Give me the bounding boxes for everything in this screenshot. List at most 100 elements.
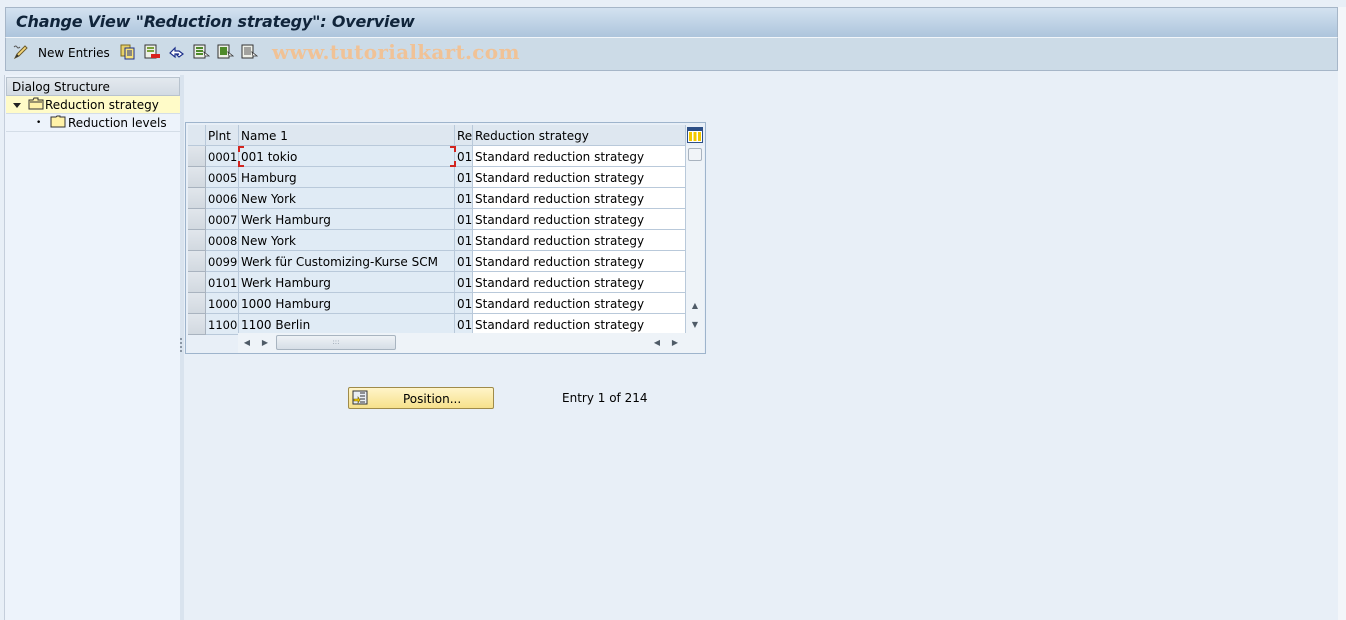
horizontal-scrollbar[interactable]: ◀ ▶ ::: ◀ ▶ [238,333,704,353]
cell-name1[interactable]: Werk Hamburg [239,272,455,293]
scroll-left-end-button[interactable]: ◀ [650,335,664,349]
cell-reduction-strategy[interactable]: Standard reduction strategy [473,146,686,167]
cell-plnt: 0001 [206,146,239,167]
cell-reduction-strategy[interactable]: Standard reduction strategy [473,314,686,335]
select-all-rows-corner[interactable] [188,125,206,146]
row-select-button[interactable] [188,230,206,251]
scroll-up-button[interactable]: ▲ [688,298,702,312]
entry-counter: Entry 1 of 214 [562,391,648,405]
tree-item-reduction-levels[interactable]: • Reduction levels [6,114,180,132]
cell-re[interactable]: 01 [455,293,473,314]
page-title: Change View "Reduction strategy": Overvi… [16,12,415,31]
cell-name1[interactable]: 1000 Hamburg [239,293,455,314]
scroll-left-button[interactable]: ◀ [240,335,254,349]
cell-plnt: 1100 [206,314,239,335]
folder-icon [50,115,66,131]
cell-name1[interactable]: New York [239,230,455,251]
scroll-right-end-button[interactable]: ▶ [668,335,682,349]
select-all-icon [193,44,211,63]
cell-re[interactable]: 01 [455,230,473,251]
select-all-button[interactable] [193,43,211,63]
column-header-re[interactable]: Re [455,125,473,146]
cell-re[interactable]: 01 [455,251,473,272]
expand-triangle-icon[interactable] [13,98,23,112]
column-header-plnt[interactable]: Plnt [206,125,239,146]
deselect-all-button[interactable] [241,43,259,63]
cell-name1[interactable]: New York [239,188,455,209]
row-select-button[interactable] [188,314,206,335]
scroll-down-button[interactable]: ▼ [688,317,702,331]
cell-name1[interactable]: Werk Hamburg [239,209,455,230]
cell-plnt: 1000 [206,293,239,314]
select-block-button[interactable] [217,43,235,63]
cell-plnt: 0006 [206,188,239,209]
cell-re[interactable]: 01 [455,272,473,293]
cell-name1[interactable]: Werk für Customizing-Kurse SCM [239,251,455,272]
vertical-scrollbar[interactable]: ▲ ▼ [686,146,704,333]
cell-reduction-strategy[interactable]: Standard reduction strategy [473,188,686,209]
cell-name1[interactable]: 001 tokio [239,146,455,167]
cell-re[interactable]: 01 [455,314,473,335]
vertical-scroll-thumb[interactable] [688,148,702,161]
delete-icon [144,44,161,63]
cell-reduction-strategy[interactable]: Standard reduction strategy [473,209,686,230]
tree-item-reduction-strategy[interactable]: Reduction strategy [6,96,180,114]
scroll-right-button[interactable]: ▶ [258,335,272,349]
row-select-button[interactable] [188,293,206,314]
cell-re[interactable]: 01 [455,209,473,230]
table-row: 0099 Werk für Customizing-Kurse SCM 01 Stan… [186,251,705,272]
cell-re[interactable]: 01 [455,167,473,188]
table-row: 0101 Werk Hamburg 01 Standard reduction str… [186,272,705,293]
row-select-button[interactable] [188,188,206,209]
cell-reduction-strategy[interactable]: Standard reduction strategy [473,230,686,251]
edit-pencil-icon [12,43,30,64]
leaf-bullet-icon: • [36,117,42,128]
column-header-reduction-strategy[interactable]: Reduction strategy [473,125,686,146]
new-entries-label: New Entries [38,46,110,60]
tree-item-label: Reduction levels [68,115,167,130]
undo-change-icon [168,44,186,63]
undo-change-button[interactable] [168,43,186,63]
cell-reduction-strategy[interactable]: Standard reduction strategy [473,272,686,293]
horizontal-scroll-thumb[interactable]: ::: [276,335,396,350]
table-row: 0008 New York 01 Standard reduction strateg… [186,230,705,251]
title-bar: Change View "Reduction strategy": Overvi… [5,7,1338,38]
position-button-label: Position... [403,392,462,406]
open-folder-icon [28,97,44,113]
focus-corner-marker [238,146,244,152]
cell-plnt: 0008 [206,230,239,251]
cell-name1[interactable]: Hamburg [239,167,455,188]
table-row: 0001 001 tokio 01 Standard reduction strate… [186,146,705,167]
cell-name1[interactable]: 1100 Berlin [239,314,455,335]
cell-re[interactable]: 01 [455,188,473,209]
position-button[interactable]: Position... [348,387,494,409]
row-select-button[interactable] [188,209,206,230]
watermark: www.tutorialkart.com [272,40,520,64]
delete-button[interactable] [144,43,161,63]
cell-reduction-strategy[interactable]: Standard reduction strategy [473,167,686,188]
cell-reduction-strategy[interactable]: Standard reduction strategy [473,251,686,272]
splitter-grip[interactable] [180,338,183,356]
focus-corner-marker [450,146,456,152]
cell-plnt: 0101 [206,272,239,293]
cell-re[interactable]: 01 [455,146,473,167]
window-right-edge [1338,7,1346,620]
table-settings-icon[interactable] [687,127,703,146]
copy-as-button[interactable] [120,43,136,63]
deselect-all-icon [241,44,259,63]
row-select-button[interactable] [188,167,206,188]
dialog-structure-pane: Dialog Structure Reduction strategy • Re… [4,75,180,620]
cell-plnt: 0007 [206,209,239,230]
new-entries-button[interactable]: New Entries [12,43,110,63]
cell-plnt: 0005 [206,167,239,188]
copy-as-icon [120,44,136,63]
row-select-button[interactable] [188,146,206,167]
row-select-button[interactable] [188,251,206,272]
table-header: Plnt Name 1 Re Reduction strategy [186,125,705,146]
row-select-button[interactable] [188,272,206,293]
column-header-name1[interactable]: Name 1 [239,125,455,146]
table-row: 0005 Hamburg 01 Standard reduction strategy [186,167,705,188]
table-row: 0007 Werk Hamburg 01 Standard reduction str… [186,209,705,230]
dialog-structure-header: Dialog Structure [6,77,180,96]
cell-reduction-strategy[interactable]: Standard reduction strategy [473,293,686,314]
